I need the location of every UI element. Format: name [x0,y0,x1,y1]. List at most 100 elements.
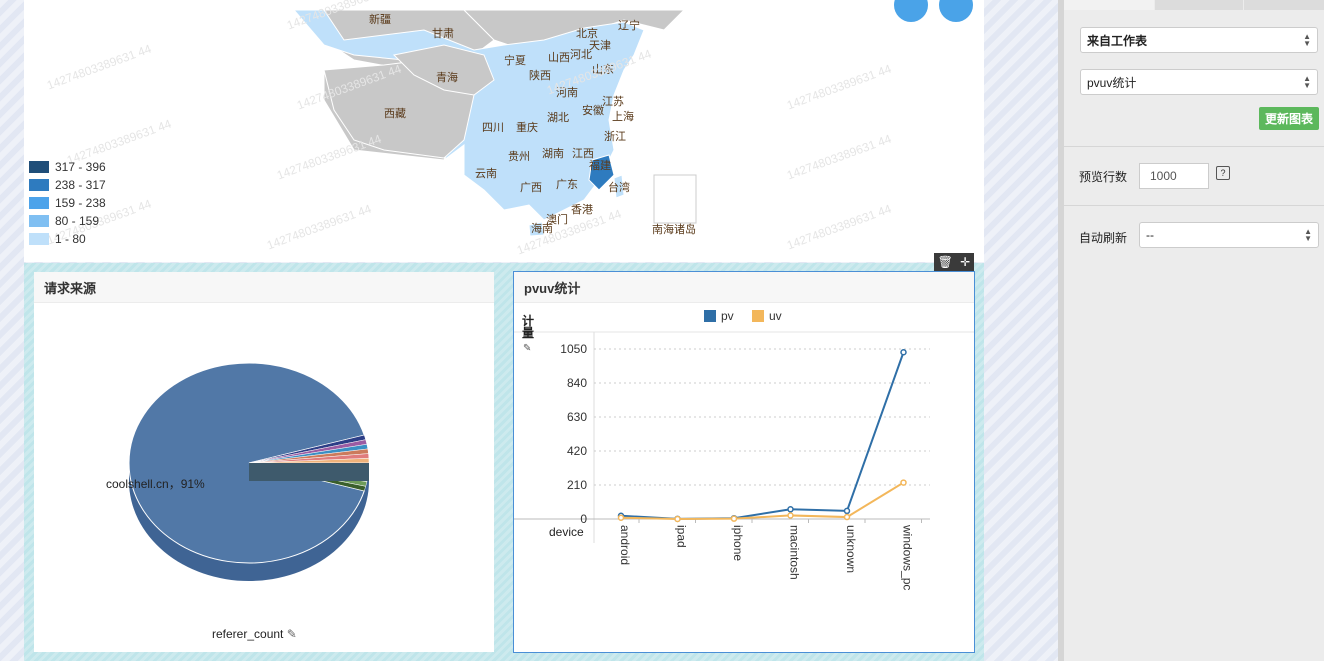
map-province-label: 台湾 [608,180,630,194]
map-province-label: 湖北 [547,111,569,124]
auto-refresh-select[interactable]: -- ▲ ▼ [1139,222,1319,248]
x-tick-label: unknown [844,525,858,573]
data-point-uv[interactable] [787,512,794,519]
sidebar-tabs [1064,0,1324,10]
pvuv-card-title: pvuv统计 [514,272,974,303]
edit-pencil-icon[interactable]: ✎ [287,627,297,641]
x-tick-label: macintosh [788,525,802,580]
sidebar-divider [1064,205,1324,206]
data-point-pv[interactable] [843,507,851,515]
map-province-label: 安徽 [582,103,604,117]
edit-pencil-icon[interactable]: ✎ [523,343,531,354]
data-point-pv[interactable] [900,348,907,356]
legend-swatch [29,161,49,173]
select-arrows-icon: ▲ ▼ [1303,74,1311,90]
legend-item[interactable]: 317 - 396 [29,158,106,176]
source-select[interactable]: 来自工作表 ▲ ▼ [1080,27,1318,53]
y-tick-label: 1050 [560,342,587,356]
legend-item[interactable]: 1 - 80 [29,230,106,248]
referer-pie-chart[interactable] [34,303,494,652]
china-map-panel: 新疆 甘肃 宁夏 山西 河北 北京 天津 辽宁 青海 陕西 山东 河南 江苏 西藏 安徽 上海 湖北 四川 重庆 浙江… [24,0,984,262]
data-point-uv[interactable] [617,514,625,521]
x-tick-label: android [618,525,632,565]
legend-label-uv: uv [769,309,782,323]
map-province-label: 福建 [589,158,611,172]
legend-item[interactable]: 80 - 159 [29,212,106,230]
legend-label: 317 - 396 [55,160,106,174]
data-point-pv[interactable] [787,506,794,513]
x-tick-label: iphone [731,525,745,561]
chart-select[interactable]: pvuv统计 ▲ ▼ [1080,69,1318,95]
trash-icon[interactable]: 🗑 [938,255,953,269]
china-map[interactable]: 新疆甘肃宁夏 山西 河北北京天津辽宁青海 陕西 山东河南江苏西藏 安徽 上海湖北四川 重庆浙江… [24,0,984,262]
move-icon[interactable]: ✛ [960,255,970,269]
map-province-label: 陕西 [529,68,551,82]
y-tick-label: 210 [567,478,587,492]
legend-swatch-uv[interactable] [752,310,764,322]
legend-item[interactable]: 238 - 317 [29,176,106,194]
y-tick-label: 630 [567,410,587,424]
series-line-pv[interactable] [620,351,905,520]
legend-swatch [29,179,49,191]
data-point-uv[interactable] [674,515,681,523]
map-province-label: 上海 [612,109,634,123]
data-point-uv[interactable] [730,515,738,522]
source-select-value: 来自工作表 [1087,33,1148,48]
map-province-label: 甘肃 [432,27,454,40]
legend-label: 238 - 317 [55,178,106,192]
auto-refresh-label: 自动刷新 [1079,231,1128,245]
auto-refresh-value: -- [1146,228,1154,242]
pie-field-name: referer_count [212,627,284,641]
sidebar-tab-1[interactable] [1064,0,1154,10]
referer-card: 请求来源 coolshell.cn，91% referer_count ✎ [34,272,494,652]
map-province-label: 山东 [592,63,614,76]
map-province-label: 宁夏 [504,53,526,67]
help-icon[interactable]: ? [1216,166,1230,180]
map-province-label: 辽宁 [618,18,640,32]
data-point-uv[interactable] [843,513,851,521]
map-province-label: 北京 [576,26,598,40]
legend-label: 80 - 159 [55,214,100,228]
legend-item[interactable]: 159 - 238 [29,194,106,212]
map-legend: 317 - 396 238 - 317 159 - 238 80 - 159 1 - 8… [29,158,106,248]
sidebar-tab-2[interactable] [1155,0,1243,10]
map-province-label: 海南 [531,221,553,235]
map-province-label: 广西 [520,181,542,194]
map-province-label: 浙江 [604,130,626,143]
pvuv-card: pvuv统计 pv uv 0 210 420 630 840 1050 计量 ✎ device an… [513,271,975,653]
map-province-label: 青海 [436,70,458,84]
legend-swatch [29,233,49,245]
legend-swatch-pv[interactable] [704,310,716,322]
map-province-label: 山西 [548,51,570,64]
map-province-label: 香港 [571,203,593,216]
pie-inner-wall [249,463,369,481]
legend-label-pv: pv [721,309,734,323]
map-south-sea-inset [653,174,697,224]
pie-field-label: referer_count ✎ [212,627,297,641]
map-province-label: 贵州 [508,150,530,163]
referer-card-title: 请求来源 [34,272,494,303]
preview-rows-input[interactable]: 1000 [1139,163,1209,189]
map-province-label: 重庆 [516,120,538,134]
sidebar-divider [1064,146,1324,147]
x-tick-label: windows_pc [901,524,915,590]
map-province-label: 天津 [589,39,611,52]
map-province-label: 云南 [475,167,497,180]
chart-select-value: pvuv统计 [1087,75,1137,90]
update-chart-button[interactable]: 更新图表 [1259,107,1319,130]
x-axis-label: device [549,525,584,539]
pvuv-line-chart[interactable]: pv uv 02104206308401050计量✎device android ip… [514,303,974,652]
legend-swatch [29,197,49,209]
y-tick-label: 840 [567,376,587,390]
sidebar-tab-3[interactable] [1244,0,1324,10]
preview-rows-label: 预览行数 [1079,170,1128,184]
map-province-label: 新疆 [369,12,391,26]
data-point-uv[interactable] [900,479,907,486]
dashboard-canvas: 新疆 甘肃 宁夏 山西 河北 北京 天津 辽宁 青海 陕西 山东 河南 江苏 西藏 安徽 上海 湖北 四川 重庆 浙江… [0,0,1058,661]
map-province-label: 四川 [482,122,504,134]
map-province-label: 河南 [556,86,578,99]
map-province-label: 广东 [556,178,578,191]
x-tick-label: ipad [675,525,689,548]
y-tick-label: 420 [567,444,587,458]
map-province-label: 江西 [572,147,594,160]
